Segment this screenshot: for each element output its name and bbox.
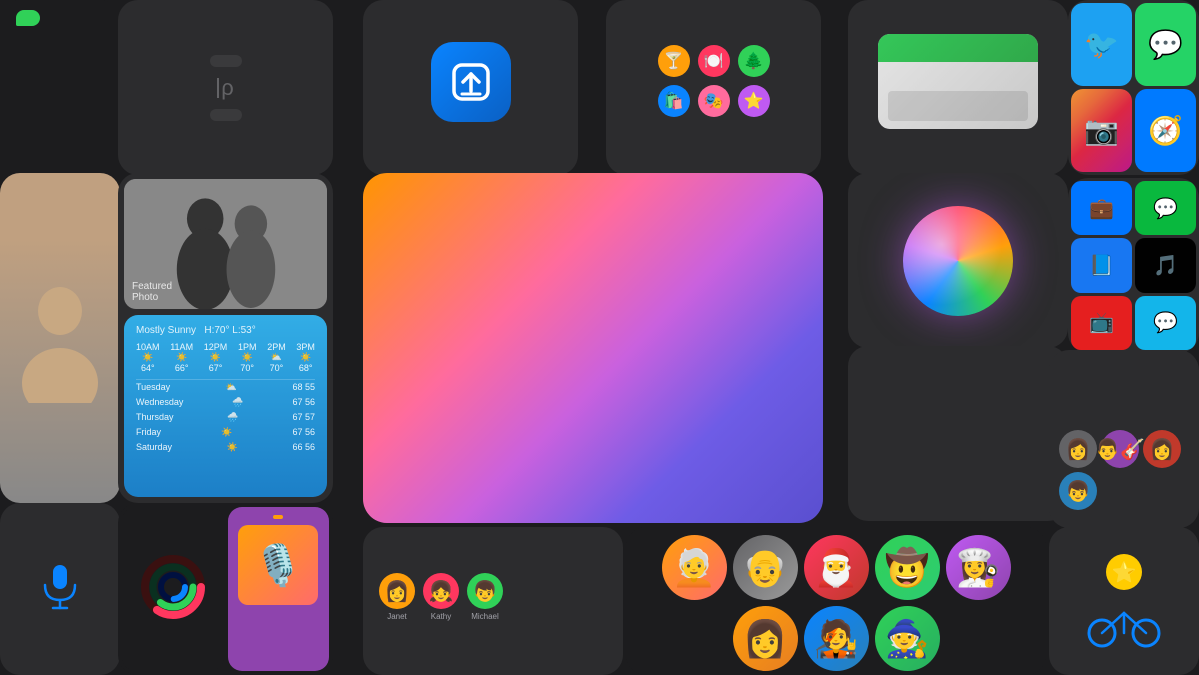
photo-tile [0,173,120,503]
messages-tile: ρ [118,0,333,175]
memoji-7: 🧑‍🎤 [804,606,869,671]
siri-orb [903,206,1013,316]
facebook-icon: 📘 [1071,238,1132,292]
carkeys-card [878,34,1038,129]
translate-tile [0,0,120,175]
podcast-badge [273,515,283,519]
pinned-tile: 👩 Janet 👧 Kathy 👦 Michael [363,527,623,675]
shortcuts-tile: ⭐ [1049,527,1199,675]
weather-desc: Mostly Sunny H:70° L:53° [136,325,315,336]
skype-icon: 💬 [1135,296,1196,350]
wechat-icon: 💬 [1135,181,1196,235]
fitness-rings [122,507,224,671]
tiktok-icon: 🎵 [1135,238,1196,292]
weather-widget: Mostly Sunny H:70° L:53° 10AM☀️64° 11AM☀… [124,315,327,497]
weather-hourly: 10AM☀️64° 11AM☀️66° 12PM☀️67° 1PM☀️70° 2… [136,342,315,373]
featured-tile: FeaturedPhoto Mostly Sunny H:70° L:53° 1… [118,173,333,503]
bicycle-icon [1084,598,1164,648]
featured-photo: FeaturedPhoto [124,179,327,309]
messages-icon: 💬 [1135,3,1196,86]
dictation-icon [40,560,80,610]
messages-bubble2 [210,109,242,121]
memoji-4: 🤠 [875,535,940,600]
pinned-contacts: 👩 Janet 👧 Kathy 👦 Michael [379,573,607,621]
appclips-tile [363,0,578,175]
star-icon: ⭐ [1106,554,1142,590]
fitness-tile: 🎙️ [118,503,333,675]
appclips-icon [431,42,511,122]
featured-label: FeaturedPhoto [132,281,172,303]
twitter-icon: 🐦 [1071,3,1132,86]
podcast-tile: 🎙️ [228,507,330,671]
ios-tile [363,173,823,523]
memoji-8: 🧙 [875,606,940,671]
person-photo [0,173,120,503]
linkedin-icon: 💼 [1071,181,1132,235]
safari-icon: 🧭 [1135,89,1196,172]
memoji-3: 🎅 [804,535,869,600]
messages-bubble1 [210,55,242,67]
groupphoto-tile: 👩 👨‍🎸 👩 👦 [1049,350,1199,528]
memoji-6: 👩 [733,606,798,671]
pinned-title [379,543,607,561]
compact-siri-tile [848,346,1068,521]
memoji-1: 🧑‍🦳 [662,535,727,600]
podcast-art: 🎙️ [238,525,318,605]
maps-icons: 🍸 🍽️ 🌲 🛍️ 🎭 ⭐ [654,45,774,117]
social-tile: 🐦 💬 📷 🧭 [1068,0,1199,175]
youtube-icon: 📺 [1071,296,1132,350]
dictation-tile [0,503,120,675]
memoji-tile: 🧑‍🦳 👴 🎅 🤠 👩‍🍳 👩 🧑‍🎤 🧙 [626,527,1046,675]
instagram-icon: 📷 [1071,89,1132,172]
memoji-2: 👴 [733,535,798,600]
siri-tile [848,173,1068,348]
translate-bubble [16,10,40,26]
applibrary-tile: 💼 💬 📘 🎵 📺 💬 [1068,178,1199,353]
carkeys-tile [848,0,1068,175]
memoji-5: 👩‍🍳 [946,535,1011,600]
groupphoto-avatars: 👩 👨‍🎸 👩 👦 [1059,430,1189,510]
maps-tile: 🍸 🍽️ 🌲 🛍️ 🎭 ⭐ [606,0,821,175]
